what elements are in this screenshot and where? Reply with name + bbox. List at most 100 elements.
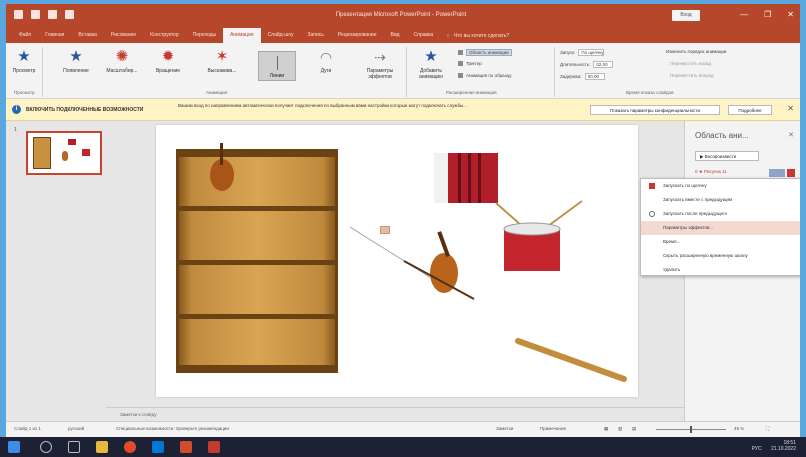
menu-item-remove[interactable]: Удалить (641, 263, 800, 277)
reading-view-icon[interactable]: ▤ (632, 426, 636, 432)
menu-item-hide-timeline[interactable]: Скрыть расширенную временную шкалу (641, 249, 800, 263)
tab-draw[interactable]: Рисование (104, 28, 143, 43)
sign-in-button[interactable]: Вход (672, 10, 700, 21)
tab-file[interactable]: Файл (12, 28, 38, 43)
search-icon[interactable] (40, 441, 52, 453)
restore-icon[interactable]: ❐ (764, 10, 771, 20)
tab-view[interactable]: Вид (384, 28, 407, 43)
redo-icon[interactable] (48, 10, 57, 19)
animation-entry[interactable]: 0 ★ Рисунок 11 (695, 169, 795, 178)
effect-options-icon: ⇢ (374, 49, 386, 65)
anim-spin-button[interactable]: ✹ Вращение (148, 49, 188, 75)
animation-pane-button[interactable]: Область анимации (458, 49, 512, 56)
comments-button[interactable]: Примечания (540, 426, 566, 431)
shelf-board (179, 314, 335, 319)
delay-input[interactable]: 00,00 (584, 73, 605, 80)
delay-label: Задержка: (560, 74, 582, 79)
privacy-settings-button[interactable]: Показать параметры конфиденциальности (590, 105, 720, 115)
system-tray[interactable]: РУС 18:51 21.10.2022 (752, 440, 796, 452)
menu-item-label: Время... (663, 239, 681, 244)
fit-slide-icon[interactable]: ⛶ (766, 426, 769, 431)
tab-transitions[interactable]: Переходы (186, 28, 223, 43)
tell-me-search[interactable]: ♀ Что вы хотите сделать? (446, 33, 509, 39)
animation-painter-button[interactable]: Анимация по образцу (458, 73, 512, 78)
blank-icon (649, 197, 655, 203)
tab-insert[interactable]: Вставка (71, 28, 104, 43)
painter-icon (458, 73, 463, 78)
tab-record[interactable]: Запись (300, 28, 330, 43)
anim-arcs-button[interactable]: ◠ Дуги (308, 49, 344, 74)
flute-image[interactable] (512, 335, 632, 385)
accordion-bellows (478, 153, 481, 203)
learn-more-button[interactable]: Подробнее (728, 105, 772, 115)
anim-zoom-button[interactable]: ✺ Масштабир... (102, 49, 142, 75)
violin-image[interactable] (394, 225, 484, 305)
message-bar: i ВКЛЮЧИТЬ ПОДКЛЮЧЕННЫЕ ВОЗМОЖНОСТИ Ваши… (6, 99, 800, 121)
tab-design[interactable]: Конструктор (143, 28, 186, 43)
drum-image[interactable] (490, 199, 590, 279)
powerpoint-icon[interactable] (180, 441, 192, 453)
tab-home[interactable]: Главная (38, 28, 71, 43)
zoom-slider-thumb[interactable] (690, 426, 692, 433)
start-slideshow-icon[interactable] (65, 10, 74, 19)
trigger-icon (458, 61, 463, 66)
notes-button[interactable]: Заметки (496, 426, 513, 431)
notes-bar[interactable]: Заметки к слайду (106, 407, 684, 421)
input-language[interactable]: РУС (752, 446, 762, 452)
menu-item-label: Скрыть расширенную временную шкалу (663, 253, 748, 258)
play-button[interactable]: ▶ Воспроизвести (695, 151, 759, 161)
minimize-icon[interactable]: — (740, 10, 748, 20)
effect-options-button[interactable]: ⇢ Параметры эффектов (360, 49, 400, 80)
language-indicator[interactable]: русский (68, 426, 84, 431)
slide-thumbnail[interactable] (26, 131, 102, 175)
menu-item-effect-options[interactable]: Параметры эффектов... (641, 221, 800, 235)
menu-item-with-previous[interactable]: Запускать вместе с предыдущим (641, 193, 800, 207)
menu-item-timing[interactable]: Время... (641, 235, 800, 249)
blank-icon (649, 239, 655, 245)
close-icon[interactable]: ✕ (787, 104, 794, 113)
pane-icon (458, 50, 463, 55)
save-icon[interactable] (14, 10, 23, 19)
close-icon[interactable]: ✕ (787, 10, 794, 20)
start-select[interactable]: По щелчку (578, 49, 605, 56)
tab-slideshow[interactable]: Слайд-шоу (261, 28, 301, 43)
anim-bounce-button[interactable]: ✶ Выскакива... (200, 49, 244, 75)
edge-icon[interactable] (152, 441, 164, 453)
menu-item-on-click[interactable]: Запускать по щелчку (641, 179, 800, 193)
zoom-level[interactable]: 49 % (734, 426, 744, 431)
move-later-button[interactable]: Переместить вперед (670, 73, 714, 78)
preview-button[interactable]: ★ Просмотр (10, 49, 38, 75)
tab-animations[interactable]: Анимация (223, 28, 261, 43)
group-preview-label: Просмотр (14, 90, 35, 95)
slide-canvas[interactable] (156, 125, 638, 397)
violin-on-shelf-image[interactable] (194, 139, 244, 199)
browser-icon[interactable] (124, 441, 136, 453)
dropdown-arrow-icon[interactable] (787, 169, 795, 177)
accessibility-indicator[interactable]: Специальные возможности: проверьте реком… (116, 426, 229, 431)
blank-icon (649, 225, 655, 231)
clock[interactable]: 18:51 21.10.2022 (771, 440, 796, 452)
menu-item-after-previous[interactable]: Запускать после предыдущего (641, 207, 800, 221)
file-explorer-icon[interactable] (96, 441, 108, 453)
add-animation-button[interactable]: ★ Добавить анимацию (410, 49, 452, 81)
lightbulb-icon: ♀ (446, 32, 450, 39)
anim-spin-label: Вращение (155, 68, 181, 74)
windows-start-icon[interactable] (8, 441, 20, 453)
move-earlier-button[interactable]: Переместить назад (670, 61, 711, 66)
slide-sorter-icon[interactable]: ▥ (618, 426, 622, 432)
tab-review[interactable]: Рецензирование (331, 28, 384, 43)
blank-icon (649, 267, 655, 273)
trigger-button[interactable]: Триггер (458, 61, 482, 66)
ribbon-tabs: Файл Главная Вставка Рисование Конструкт… (6, 28, 800, 43)
normal-view-icon[interactable]: ▦ (604, 426, 608, 432)
menu-item-label: Параметры эффектов... (663, 225, 714, 230)
anim-lines-button-selected[interactable]: Линии (258, 51, 296, 81)
close-icon[interactable]: ✕ (788, 131, 794, 139)
anim-appear-button[interactable]: ★ Появление (56, 49, 96, 75)
task-view-icon[interactable] (68, 441, 80, 453)
group-advanced-label: Расширенная анимация (446, 90, 497, 95)
tab-help[interactable]: Справка (407, 28, 441, 43)
powerpoint-active-icon[interactable] (208, 441, 220, 453)
undo-icon[interactable] (31, 10, 40, 19)
duration-input[interactable]: 02,00 (593, 61, 614, 68)
